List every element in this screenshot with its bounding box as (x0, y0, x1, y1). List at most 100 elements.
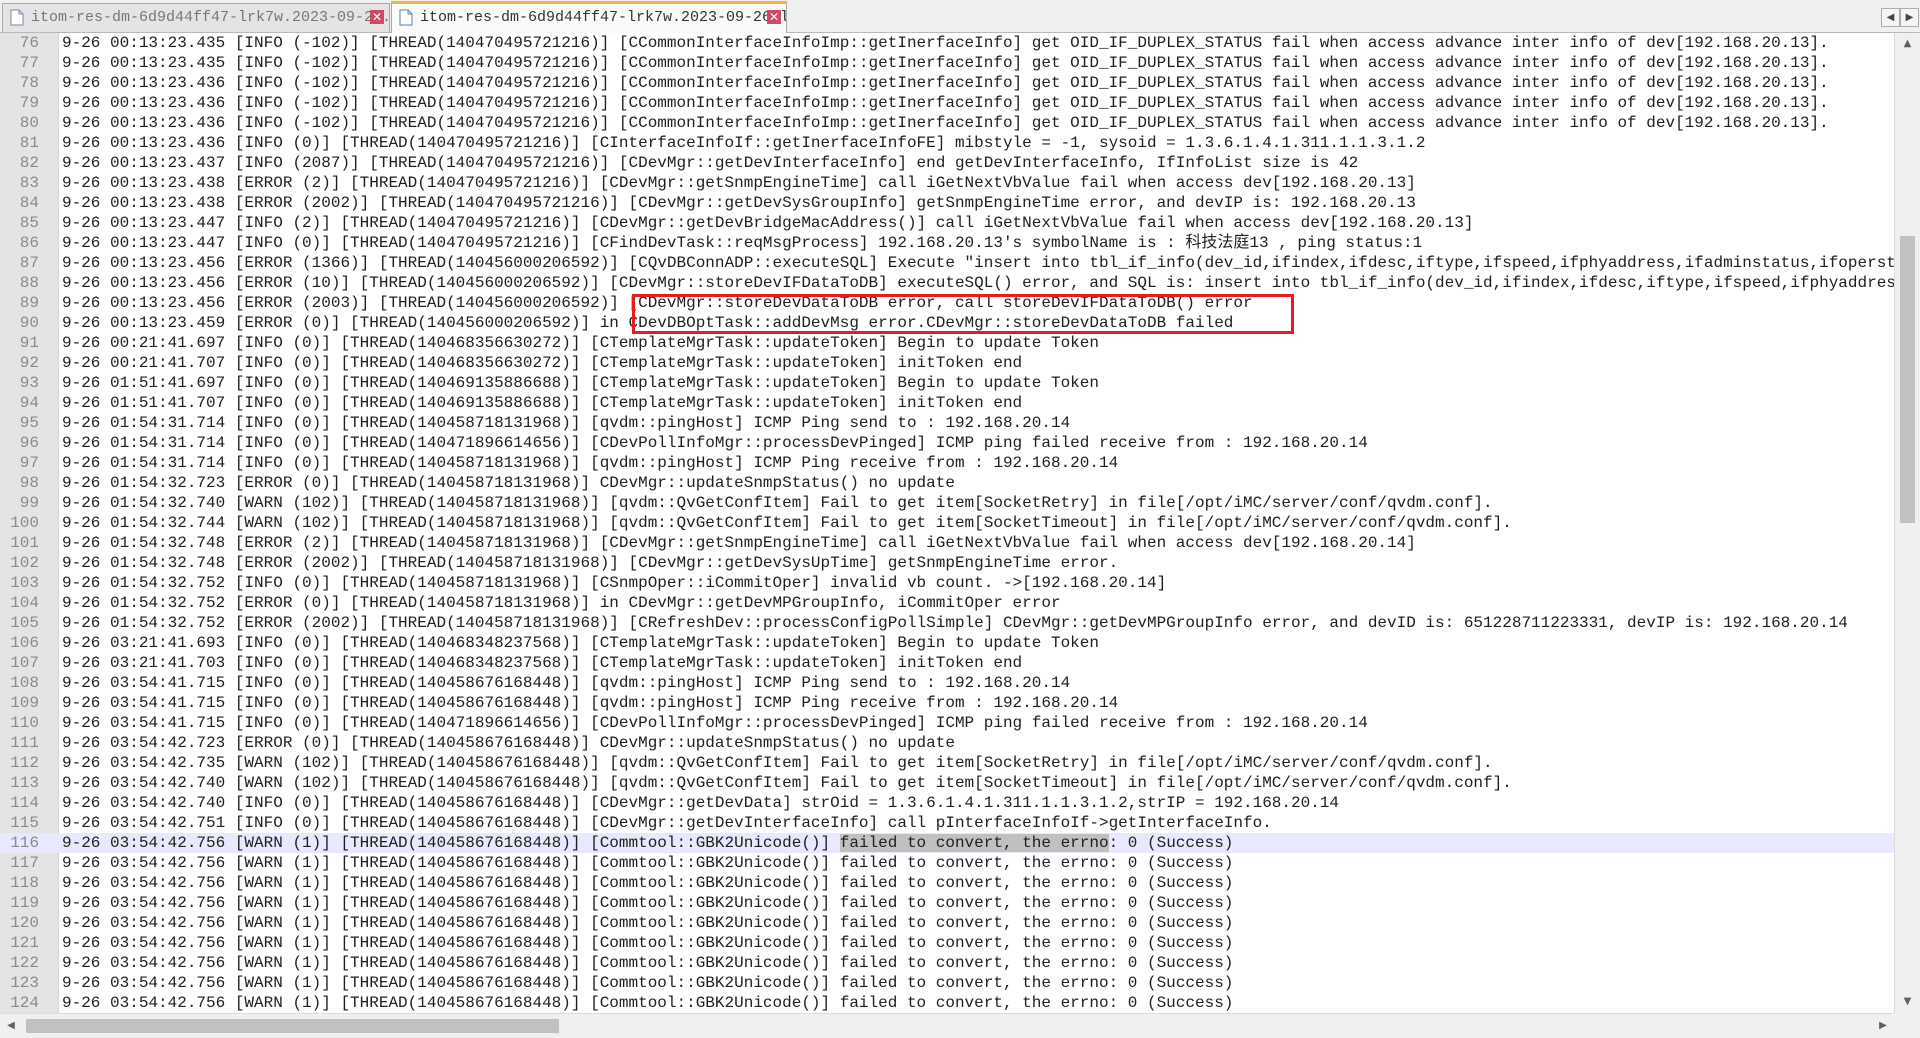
log-line[interactable]: 100 9-26 01:54:32.744 [WARN (102)] [THREA… (0, 513, 1894, 533)
log-line-text[interactable]: 9-26 01:51:41.707 [INFO (0)] [THREAD(140… (62, 393, 1022, 413)
log-line[interactable]: 124 9-26 03:54:42.756 [WARN (1)] [THREAD(… (0, 993, 1894, 1013)
log-line-text[interactable]: 9-26 03:54:42.756 [WARN (1)] [THREAD(140… (62, 973, 1233, 993)
log-line[interactable]: 81 9-26 00:13:23.436 [INFO (0)] [THREAD(1… (0, 133, 1894, 153)
tab-log-2023-09-26[interactable]: itom-res-dm-6d9d44ff47-lrk7w.2023-09-26.… (391, 1, 787, 33)
log-line-text[interactable]: 9-26 01:54:31.714 [INFO (0)] [THREAD(140… (62, 433, 1368, 453)
log-line-text[interactable]: 9-26 03:54:42.756 [WARN (1)] [THREAD(140… (62, 873, 1233, 893)
scroll-down-icon[interactable]: ▼ (1895, 991, 1920, 1013)
log-line-text[interactable]: 9-26 01:54:31.714 [INFO (0)] [THREAD(140… (62, 453, 1118, 473)
log-line[interactable]: 122 9-26 03:54:42.756 [WARN (1)] [THREAD(… (0, 953, 1894, 973)
log-line[interactable]: 120 9-26 03:54:42.756 [WARN (1)] [THREAD(… (0, 913, 1894, 933)
log-line[interactable]: 116 9-26 03:54:42.756 [WARN (1)] [THREAD(… (0, 833, 1894, 853)
log-line[interactable]: 113 9-26 03:54:42.740 [WARN (102)] [THREA… (0, 773, 1894, 793)
log-line[interactable]: 104 9-26 01:54:32.752 [ERROR (0)] [THREAD… (0, 593, 1894, 613)
selected-text[interactable]: failed to convert, the errno (839, 834, 1109, 852)
log-line[interactable]: 92 9-26 00:21:41.707 [INFO (0)] [THREAD(1… (0, 353, 1894, 373)
log-line-text[interactable]: 9-26 00:13:23.447 [INFO (2)] [THREAD(140… (62, 213, 1473, 233)
log-line-text[interactable]: 9-26 00:13:23.436 [INFO (-102)] [THREAD(… (62, 73, 1829, 93)
log-line-text[interactable]: 9-26 01:54:32.723 [ERROR (0)] [THREAD(14… (62, 473, 955, 493)
log-line[interactable]: 83 9-26 00:13:23.438 [ERROR (2)] [THREAD(… (0, 173, 1894, 193)
log-line[interactable]: 103 9-26 01:54:32.752 [INFO (0)] [THREAD(… (0, 573, 1894, 593)
log-line-text[interactable]: 9-26 01:54:31.714 [INFO (0)] [THREAD(140… (62, 413, 1070, 433)
log-line-text[interactable]: 9-26 03:54:41.715 [INFO (0)] [THREAD(140… (62, 673, 1070, 693)
log-line-text[interactable]: 9-26 01:54:32.740 [WARN (102)] [THREAD(1… (62, 493, 1493, 513)
log-line-text[interactable]: 9-26 01:54:32.752 [ERROR (0)] [THREAD(14… (62, 593, 1061, 613)
tab-log-2023-09-25[interactable]: itom-res-dm-6d9d44ff47-lrk7w.2023-09-25.… (2, 3, 390, 32)
log-line[interactable]: 102 9-26 01:54:32.748 [ERROR (2002)] [THR… (0, 553, 1894, 573)
log-line-text[interactable]: 9-26 03:54:42.735 [WARN (102)] [THREAD(1… (62, 753, 1493, 773)
horizontal-scrollbar[interactable]: ◀ ▶ (0, 1013, 1894, 1038)
log-line[interactable]: 80 9-26 00:13:23.436 [INFO (-102)] [THREA… (0, 113, 1894, 133)
log-line-text[interactable]: 9-26 00:21:41.697 [INFO (0)] [THREAD(140… (62, 333, 1099, 353)
log-line[interactable]: 76 9-26 00:13:23.435 [INFO (-102)] [THREA… (0, 33, 1894, 53)
log-line[interactable]: 79 9-26 00:13:23.436 [INFO (-102)] [THREA… (0, 93, 1894, 113)
log-line-text[interactable]: 9-26 03:54:42.756 [WARN (1)] [THREAD(140… (62, 953, 1233, 973)
log-line[interactable]: 87 9-26 00:13:23.456 [ERROR (1366)] [THRE… (0, 253, 1894, 273)
log-text-segment[interactable]: 9-26 03:54:42.756 [WARN (1)] [THREAD(140… (62, 834, 840, 852)
log-line-text[interactable]: 9-26 03:21:41.693 [INFO (0)] [THREAD(140… (62, 633, 1099, 653)
close-icon[interactable]: ✕ (370, 10, 384, 24)
log-line[interactable]: 82 9-26 00:13:23.437 [INFO (2087)] [THREA… (0, 153, 1894, 173)
vertical-scroll-thumb[interactable] (1900, 236, 1915, 523)
log-line[interactable]: 110 9-26 03:54:41.715 [INFO (0)] [THREAD(… (0, 713, 1894, 733)
log-line-text[interactable]: 9-26 03:54:42.756 [WARN (1)] [THREAD(140… (62, 993, 1233, 1013)
log-line[interactable]: 121 9-26 03:54:42.756 [WARN (1)] [THREAD(… (0, 933, 1894, 953)
log-line[interactable]: 106 9-26 03:21:41.693 [INFO (0)] [THREAD(… (0, 633, 1894, 653)
log-line-text[interactable]: 9-26 00:13:23.438 [ERROR (2002)] [THREAD… (62, 193, 1416, 213)
log-line-text[interactable]: 9-26 03:54:42.740 [WARN (102)] [THREAD(1… (62, 773, 1512, 793)
log-line-text[interactable]: 9-26 01:51:41.697 [INFO (0)] [THREAD(140… (62, 373, 1099, 393)
log-line-text[interactable]: 9-26 03:54:42.723 [ERROR (0)] [THREAD(14… (62, 733, 955, 753)
log-line-text[interactable]: 9-26 03:54:41.715 [INFO (0)] [THREAD(140… (62, 693, 1118, 713)
log-line-text[interactable]: 9-26 03:54:42.756 [WARN (1)] [THREAD(140… (62, 853, 1233, 873)
log-line-text[interactable]: 9-26 01:54:32.744 [WARN (102)] [THREAD(1… (62, 513, 1512, 533)
text-editor[interactable]: 76 9-26 00:13:23.435 [INFO (-102)] [THREA… (0, 33, 1894, 1013)
log-line-text[interactable]: 9-26 01:54:32.752 [ERROR (2002)] [THREAD… (62, 613, 1848, 633)
log-line-text[interactable]: 9-26 03:54:42.756 [WARN (1)] [THREAD(140… (62, 833, 1233, 853)
log-line-text[interactable]: 9-26 01:54:32.752 [INFO (0)] [THREAD(140… (62, 573, 1166, 593)
log-line[interactable]: 112 9-26 03:54:42.735 [WARN (102)] [THREA… (0, 753, 1894, 773)
scroll-right-icon[interactable]: ▶ (1872, 1014, 1894, 1038)
log-line[interactable]: 86 9-26 00:13:23.447 [INFO (0)] [THREAD(1… (0, 233, 1894, 253)
log-line-text[interactable]: 9-26 00:13:23.436 [INFO (-102)] [THREAD(… (62, 93, 1829, 113)
log-line[interactable]: 107 9-26 03:21:41.703 [INFO (0)] [THREAD(… (0, 653, 1894, 673)
log-line[interactable]: 115 9-26 03:54:42.751 [INFO (0)] [THREAD(… (0, 813, 1894, 833)
log-text-segment[interactable]: : 0 (Success) (1109, 834, 1234, 852)
log-line-text[interactable]: 9-26 00:13:23.447 [INFO (0)] [THREAD(140… (62, 233, 1422, 253)
log-line[interactable]: 95 9-26 01:54:31.714 [INFO (0)] [THREAD(1… (0, 413, 1894, 433)
log-line[interactable]: 99 9-26 01:54:32.740 [WARN (102)] [THREAD… (0, 493, 1894, 513)
log-line[interactable]: 114 9-26 03:54:42.740 [INFO (0)] [THREAD(… (0, 793, 1894, 813)
log-line[interactable]: 91 9-26 00:21:41.697 [INFO (0)] [THREAD(1… (0, 333, 1894, 353)
close-icon[interactable]: ✕ (767, 10, 781, 24)
log-line-text[interactable]: 9-26 00:13:23.456 [ERROR (2003)] [THREAD… (62, 293, 1253, 313)
tab-scroll-left-button[interactable]: ◀ (1881, 8, 1900, 27)
log-line[interactable]: 97 9-26 01:54:31.714 [INFO (0)] [THREAD(1… (0, 453, 1894, 473)
horizontal-scroll-thumb[interactable] (26, 1019, 559, 1033)
log-line[interactable]: 109 9-26 03:54:41.715 [INFO (0)] [THREAD(… (0, 693, 1894, 713)
log-line-text[interactable]: 9-26 00:13:23.437 [INFO (2087)] [THREAD(… (62, 153, 1358, 173)
log-line-text[interactable]: 9-26 01:54:32.748 [ERROR (2)] [THREAD(14… (62, 533, 1416, 553)
log-line[interactable]: 111 9-26 03:54:42.723 [ERROR (0)] [THREAD… (0, 733, 1894, 753)
log-line[interactable]: 105 9-26 01:54:32.752 [ERROR (2002)] [THR… (0, 613, 1894, 633)
log-line[interactable]: 89 9-26 00:13:23.456 [ERROR (2003)] [THRE… (0, 293, 1894, 313)
log-line-text[interactable]: 9-26 01:54:32.748 [ERROR (2002)] [THREAD… (62, 553, 1118, 573)
scroll-up-icon[interactable]: ▲ (1895, 33, 1920, 55)
log-line[interactable]: 78 9-26 00:13:23.436 [INFO (-102)] [THREA… (0, 73, 1894, 93)
log-line-text[interactable]: 9-26 00:21:41.707 [INFO (0)] [THREAD(140… (62, 353, 1022, 373)
log-line-text[interactable]: 9-26 03:54:42.756 [WARN (1)] [THREAD(140… (62, 933, 1233, 953)
log-line-text[interactable]: 9-26 00:13:23.456 [ERROR (10)] [THREAD(1… (62, 273, 1894, 293)
log-line-text[interactable]: 9-26 03:54:42.756 [WARN (1)] [THREAD(140… (62, 893, 1233, 913)
log-line-text[interactable]: 9-26 00:13:23.436 [INFO (-102)] [THREAD(… (62, 113, 1829, 133)
log-line-text[interactable]: 9-26 00:13:23.436 [INFO (0)] [THREAD(140… (62, 133, 1425, 153)
log-line[interactable]: 93 9-26 01:51:41.697 [INFO (0)] [THREAD(1… (0, 373, 1894, 393)
log-line[interactable]: 123 9-26 03:54:42.756 [WARN (1)] [THREAD(… (0, 973, 1894, 993)
log-line-text[interactable]: 9-26 00:13:23.435 [INFO (-102)] [THREAD(… (62, 53, 1829, 73)
log-line-text[interactable]: 9-26 00:13:23.456 [ERROR (1366)] [THREAD… (62, 253, 1894, 273)
log-line-text[interactable]: 9-26 00:13:23.459 [ERROR (0)] [THREAD(14… (62, 313, 1233, 333)
log-line-text[interactable]: 9-26 03:54:42.740 [INFO (0)] [THREAD(140… (62, 793, 1339, 813)
log-line-text[interactable]: 9-26 03:54:42.756 [WARN (1)] [THREAD(140… (62, 913, 1233, 933)
log-line[interactable]: 101 9-26 01:54:32.748 [ERROR (2)] [THREAD… (0, 533, 1894, 553)
log-line[interactable]: 88 9-26 00:13:23.456 [ERROR (10)] [THREAD… (0, 273, 1894, 293)
log-line[interactable]: 119 9-26 03:54:42.756 [WARN (1)] [THREAD(… (0, 893, 1894, 913)
log-line-text[interactable]: 9-26 00:13:23.435 [INFO (-102)] [THREAD(… (62, 33, 1829, 53)
log-line-text[interactable]: 9-26 03:54:42.751 [INFO (0)] [THREAD(140… (62, 813, 1272, 833)
